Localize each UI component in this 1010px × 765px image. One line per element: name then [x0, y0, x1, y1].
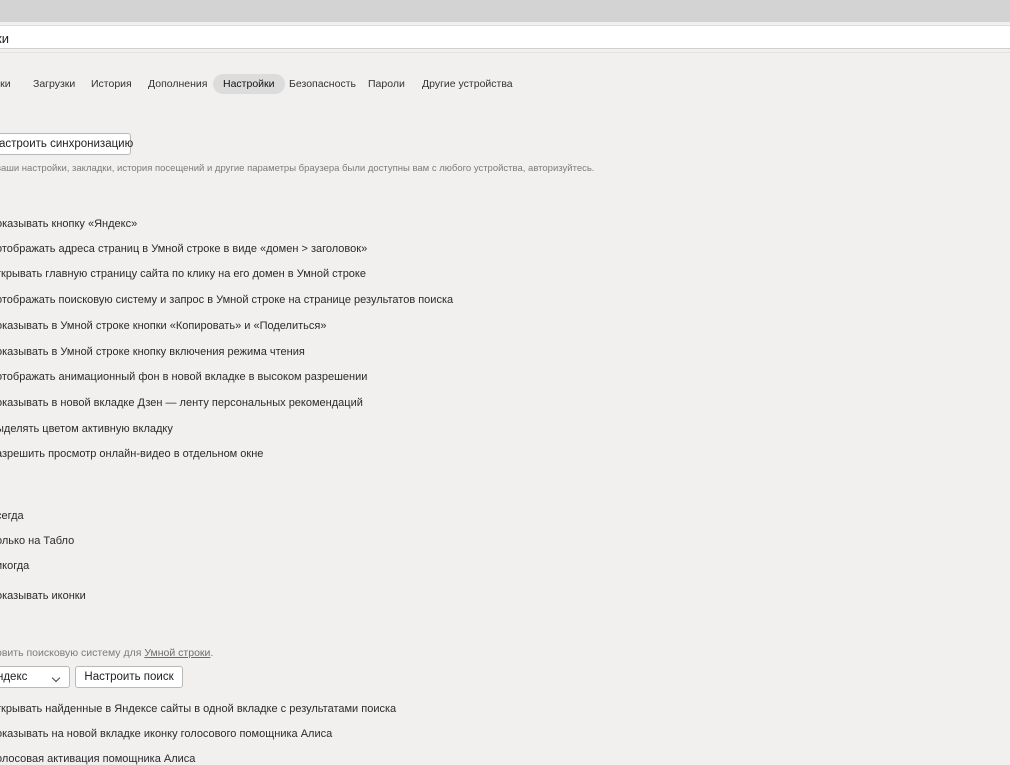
tab-bookmarks[interactable]: дки	[0, 74, 21, 94]
option-show-yandex-button[interactable]: оказывать кнопку «Яндекс»	[0, 218, 137, 230]
address-bar-divider	[0, 52, 1010, 53]
tab-history[interactable]: История	[81, 74, 142, 94]
option-open-home-on-domain-click[interactable]: ткрывать главную страницу сайта по клику…	[0, 268, 366, 280]
option-reading-mode-button[interactable]: оказывать в Умной строке кнопку включени…	[0, 346, 305, 358]
search-engine-hint: овить поисковую систему для Умной строки…	[0, 647, 213, 659]
bookmarks-bar-always[interactable]: сегда	[0, 510, 24, 522]
option-copy-share-buttons[interactable]: оказывать в Умной строке кнопки «Копиров…	[0, 320, 326, 332]
smart-bar-link[interactable]: Умной строки	[144, 647, 210, 659]
option-hd-animated-background[interactable]: отображать анимационный фон в новой вкла…	[0, 371, 367, 383]
option-alice-voice-activation[interactable]: олосовая активация помощника Алиса	[0, 753, 195, 765]
option-show-search-query[interactable]: отображать поисковую систему и запрос в …	[0, 294, 453, 306]
option-show-icons[interactable]: оказывать иконки	[0, 590, 86, 602]
option-open-results-same-tab[interactable]: ткрывать найденные в Яндексе сайты в одн…	[0, 703, 396, 715]
tab-passwords[interactable]: Пароли	[358, 74, 415, 94]
search-hint-suffix: .	[210, 647, 214, 659]
option-zen-feed[interactable]: оказывать в новой вкладке Дзен — ленту п…	[0, 397, 363, 409]
tab-downloads[interactable]: Загрузки	[23, 74, 85, 94]
tab-settings[interactable]: Настройки	[213, 74, 285, 94]
bookmarks-bar-tableau-only[interactable]: олько на Табло	[0, 535, 74, 547]
sync-hint: ваши настройки, закладки, история посеще…	[0, 163, 595, 174]
tab-extensions[interactable]: Дополнения	[138, 74, 217, 94]
tab-security[interactable]: Безопасность	[279, 74, 366, 94]
option-domain-title-format[interactable]: отображать адреса страниц в Умной строке…	[0, 243, 367, 255]
address-bar[interactable]: ки	[0, 25, 1010, 49]
chevron-down-icon	[51, 673, 61, 683]
window-top-strip	[0, 0, 1010, 22]
configure-search-button[interactable]: Настроить поиск	[75, 666, 183, 688]
option-alice-icon[interactable]: оказывать на новой вкладке иконку голосо…	[0, 728, 332, 740]
search-engine-selected: ндекс	[0, 671, 28, 683]
configure-sync-button[interactable]: астроить синхронизацию	[0, 133, 133, 155]
bookmarks-bar-never[interactable]: икогда	[0, 560, 29, 572]
option-video-popup[interactable]: азрешить просмотр онлайн-видео в отдельн…	[0, 448, 263, 460]
option-highlight-active-tab[interactable]: ыделять цветом активную вкладку	[0, 423, 173, 435]
search-hint-prefix: овить поисковую систему для	[0, 647, 145, 659]
search-engine-select[interactable]: ндекс	[0, 666, 70, 688]
address-text[interactable]: ки	[0, 31, 9, 46]
tab-other-devices[interactable]: Другие устройства	[412, 74, 523, 94]
